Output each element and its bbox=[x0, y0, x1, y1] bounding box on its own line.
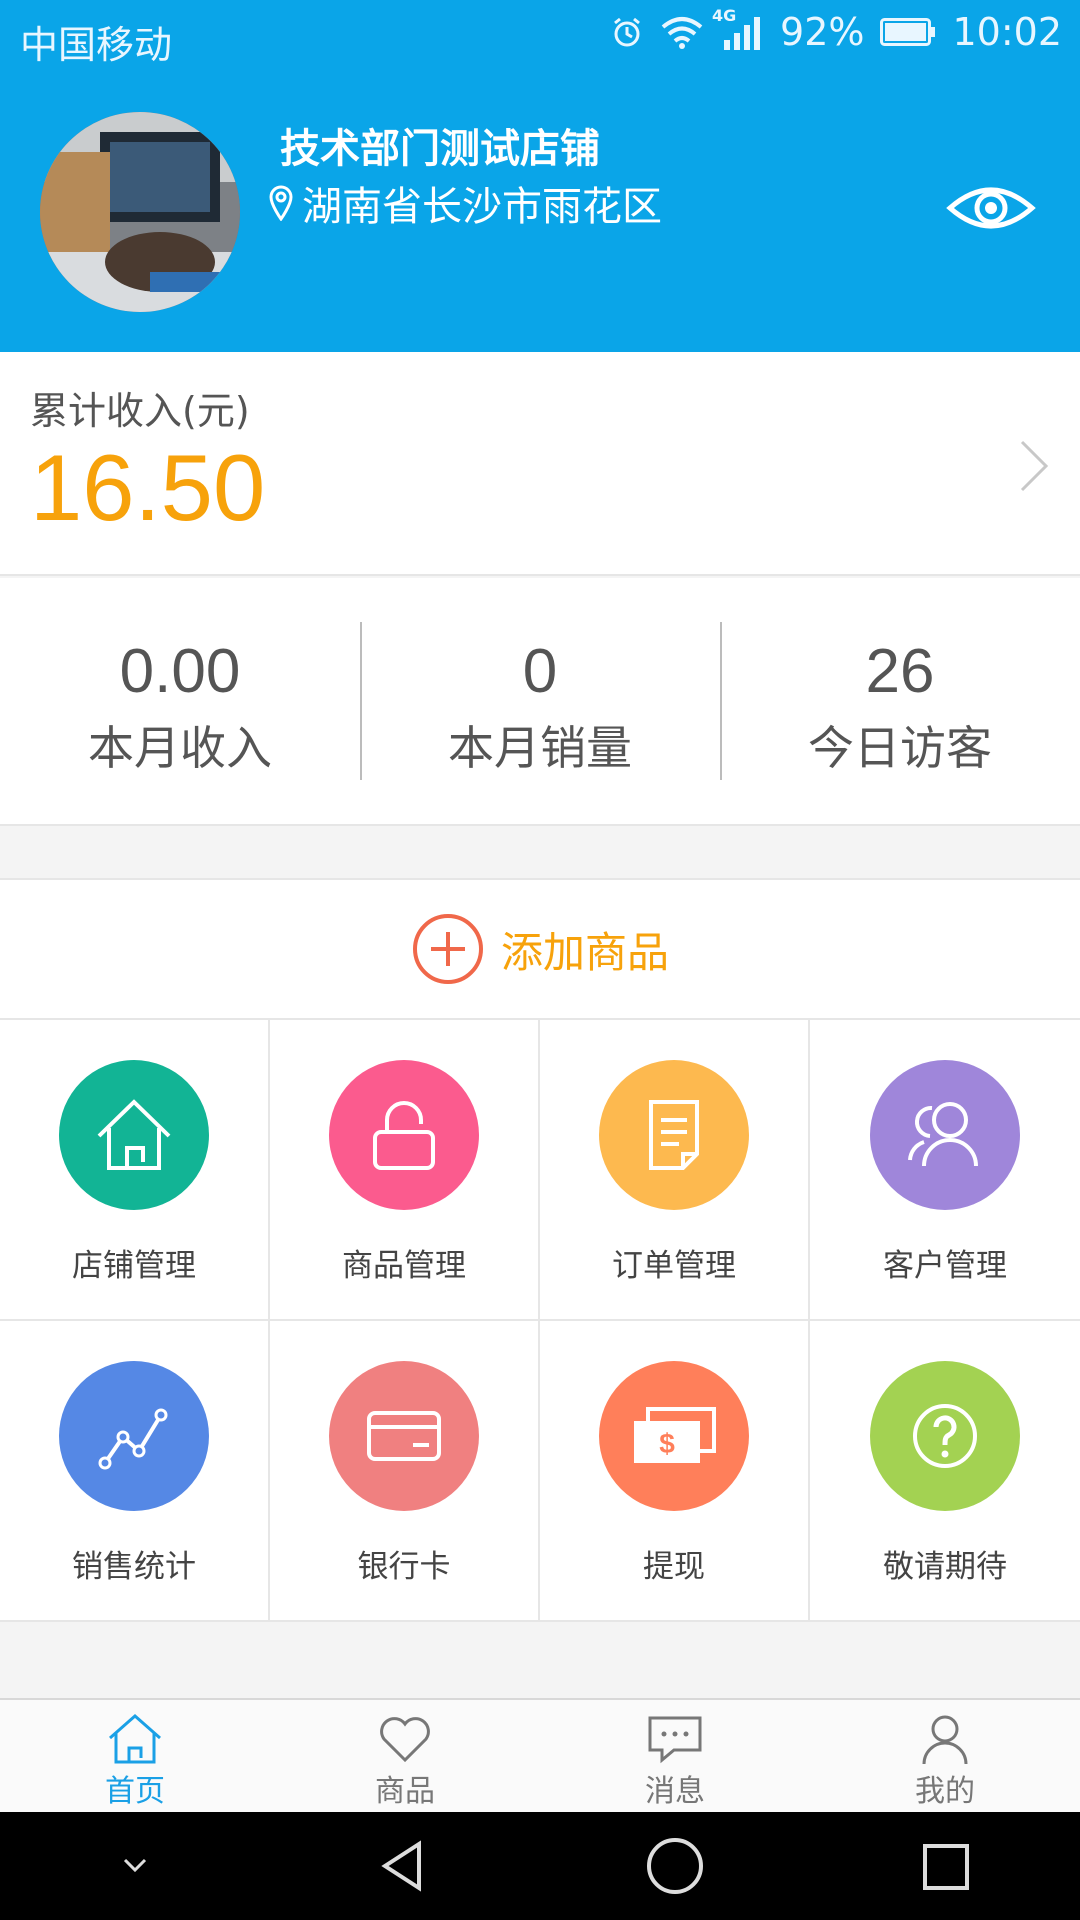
tile-label: 店铺管理 bbox=[72, 1248, 196, 1284]
alarm-icon bbox=[614, 17, 640, 47]
tab-label: 消息 bbox=[645, 1774, 705, 1809]
income-value: 16.50 bbox=[30, 435, 266, 540]
home-icon bbox=[109, 1714, 161, 1764]
tab-home[interactable]: 首页 bbox=[0, 1700, 270, 1812]
battery-percent: 92% bbox=[780, 10, 865, 54]
tile-label: 敬请期待 bbox=[883, 1549, 1007, 1585]
card-icon bbox=[367, 1411, 441, 1461]
lock-icon bbox=[373, 1101, 435, 1170]
tile-sales-statistics[interactable]: 销售统计 bbox=[0, 1321, 270, 1622]
tile-bank-card[interactable]: 银行卡 bbox=[270, 1321, 540, 1622]
signal-icon bbox=[724, 17, 761, 50]
stat-monthly-sales[interactable]: 0 本月销量 bbox=[360, 578, 720, 824]
tile-icon-bg bbox=[329, 1060, 479, 1210]
tile-icon-bg bbox=[59, 1361, 209, 1511]
tile-icon-bg bbox=[329, 1361, 479, 1511]
nav-collapse-button[interactable] bbox=[90, 1821, 180, 1911]
tile-label: 商品管理 bbox=[342, 1248, 466, 1284]
tile-icon-bg: $ bbox=[599, 1361, 749, 1511]
nav-recents-button[interactable] bbox=[900, 1821, 990, 1911]
eye-icon[interactable] bbox=[946, 178, 1036, 238]
nav-back-button[interactable] bbox=[360, 1821, 450, 1911]
tile-label: 订单管理 bbox=[612, 1248, 736, 1284]
location-text: 湖南省长沙市雨花区 bbox=[302, 184, 662, 230]
add-product-label: 添加商品 bbox=[500, 927, 669, 977]
add-product-button[interactable]: 添加商品 bbox=[0, 878, 1080, 1020]
shop-header: 技术部门测试店铺 湖南省长沙市雨花区 bbox=[0, 76, 1080, 352]
app-root: 中国移动 4G 92% 10:02 技术部门测试店铺 湖南省长沙市雨花区 累计收… bbox=[0, 0, 1080, 1920]
income-label: 累计收入(元) bbox=[30, 389, 250, 433]
line-chart-icon bbox=[98, 1408, 168, 1470]
stat-value: 0.00 bbox=[119, 637, 241, 706]
tab-label: 我的 bbox=[915, 1774, 975, 1809]
tile-icon-bg bbox=[870, 1361, 1020, 1511]
tile-icon-bg bbox=[59, 1060, 209, 1210]
stat-value: 26 bbox=[865, 637, 935, 706]
tile-order-management[interactable]: 订单管理 bbox=[540, 1020, 810, 1321]
stat-today-visitors[interactable]: 26 今日访客 bbox=[720, 578, 1080, 824]
house-icon bbox=[97, 1099, 171, 1170]
heart-icon bbox=[380, 1717, 430, 1763]
chevron-right-icon bbox=[1020, 440, 1049, 492]
recents-square-icon bbox=[923, 1844, 969, 1890]
shop-name: 技术部门测试店铺 bbox=[280, 126, 600, 172]
tab-messages[interactable]: 消息 bbox=[540, 1700, 810, 1812]
shop-location: 湖南省长沙市雨花区 bbox=[268, 174, 662, 232]
status-bar: 中国移动 4G 92% 10:02 bbox=[0, 0, 1080, 76]
avatar-photo bbox=[40, 112, 240, 312]
battery-icon bbox=[880, 17, 936, 47]
tile-label: 提现 bbox=[643, 1549, 705, 1585]
tile-coming-soon[interactable]: 敬请期待 bbox=[810, 1321, 1080, 1622]
back-triangle-icon bbox=[381, 1840, 421, 1892]
users-icon bbox=[908, 1102, 978, 1167]
clock-time: 10:02 bbox=[952, 10, 1062, 54]
stat-label: 本月收入 bbox=[88, 721, 272, 776]
stat-monthly-income[interactable]: 0.00 本月收入 bbox=[0, 578, 360, 824]
question-icon bbox=[913, 1404, 977, 1468]
status-icons: 4G 92% 10:02 bbox=[610, 6, 1062, 54]
chevron-down-icon bbox=[123, 1858, 147, 1873]
cell-signal: 4G bbox=[712, 6, 764, 52]
bottom-tab-bar: 首页 商品 消息 我的 bbox=[0, 1698, 1080, 1812]
tile-product-management[interactable]: 商品管理 bbox=[270, 1020, 540, 1321]
svg-text:$: $ bbox=[659, 1428, 675, 1459]
tile-label: 客户管理 bbox=[883, 1248, 1007, 1284]
tile-label: 销售统计 bbox=[72, 1549, 196, 1585]
system-navigation-bar bbox=[0, 1812, 1080, 1920]
stat-label: 今日访客 bbox=[808, 721, 992, 776]
plus-circle-icon bbox=[412, 914, 483, 984]
tab-mine[interactable]: 我的 bbox=[810, 1700, 1080, 1812]
tile-store-management[interactable]: 店铺管理 bbox=[0, 1020, 270, 1321]
tab-label: 首页 bbox=[105, 1774, 165, 1809]
stat-value: 0 bbox=[522, 637, 558, 706]
carrier-name: 中国移动 bbox=[20, 23, 173, 67]
shop-avatar[interactable] bbox=[40, 112, 240, 312]
message-icon bbox=[648, 1716, 702, 1764]
wifi-icon bbox=[661, 17, 703, 49]
nav-home-button[interactable] bbox=[630, 1821, 720, 1911]
tile-customer-management[interactable]: 客户管理 bbox=[810, 1020, 1080, 1321]
cumulative-income-row[interactable]: 累计收入(元) 16.50 bbox=[0, 352, 1080, 576]
tile-icon-bg bbox=[599, 1060, 749, 1210]
cash-icon: $ bbox=[634, 1407, 716, 1463]
stat-label: 本月销量 bbox=[448, 721, 632, 776]
tile-icon-bg bbox=[870, 1060, 1020, 1210]
tab-products[interactable]: 商品 bbox=[270, 1700, 540, 1812]
function-grid: 店铺管理 商品管理 订单管理 客户管理 销售统计 银行卡 $ 提现 敬请期待 bbox=[0, 1020, 1080, 1622]
tile-label: 银行卡 bbox=[357, 1549, 451, 1585]
user-icon bbox=[922, 1715, 968, 1765]
tab-label: 商品 bbox=[375, 1774, 435, 1809]
location-pin-icon bbox=[269, 185, 293, 221]
tile-withdraw[interactable]: $ 提现 bbox=[540, 1321, 810, 1622]
home-circle-icon bbox=[647, 1838, 703, 1894]
stats-row: 0.00 本月收入 0 本月销量 26 今日访客 bbox=[0, 578, 1080, 826]
document-icon bbox=[649, 1100, 699, 1170]
